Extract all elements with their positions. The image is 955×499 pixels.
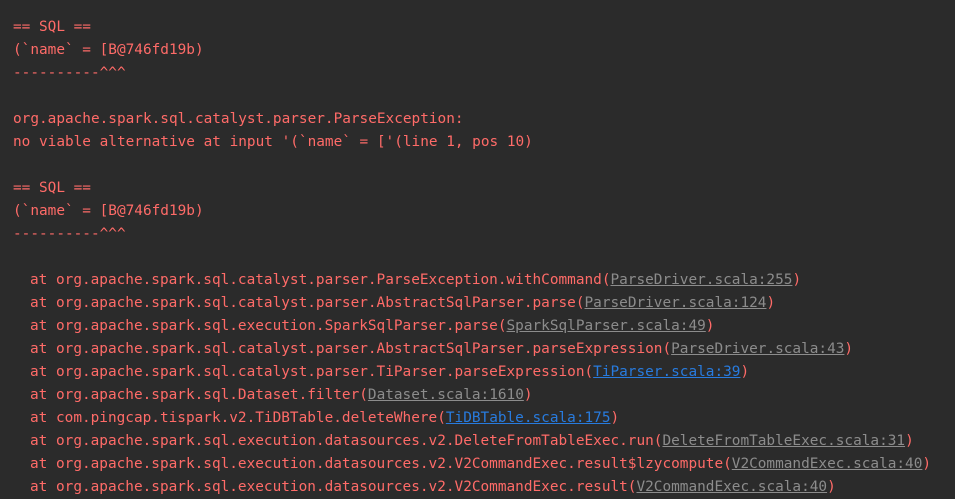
stack-frame-close-paren: ) [610,410,620,426]
stack-frame-close-paren: ) [827,479,836,495]
sql-text: (`name` = [B@746fd19b) [13,203,204,219]
error-pointer: ----------^^^ [13,226,126,242]
stack-frame-method: at org.apache.spark.sql.Dataset.filter( [30,387,368,403]
stack-frame-method: at org.apache.spark.sql.execution.dataso… [30,433,663,449]
stack-frame: at org.apache.spark.sql.Dataset.filter(D… [13,384,955,407]
stack-trace: at org.apache.spark.sql.catalyst.parser.… [13,269,955,499]
sql-marker: == SQL == [13,19,91,35]
console-output: == SQL == (`name` = [B@746fd19b) -------… [13,16,955,499]
stack-frame: at org.apache.spark.sql.catalyst.parser.… [13,292,955,315]
source-file-link[interactable]: TiDBTable.scala:175 [446,410,611,426]
stack-frame-method: at org.apache.spark.sql.catalyst.parser.… [30,295,585,311]
exception-class: org.apache.spark.sql.catalyst.parser.Par… [13,111,464,127]
source-file-link[interactable]: SparkSqlParser.scala:49 [507,318,706,334]
stack-frame-method: at org.apache.spark.sql.catalyst.parser.… [30,364,594,380]
stack-frame-method: at org.apache.spark.sql.execution.dataso… [30,456,732,472]
source-file-link[interactable]: ParseDriver.scala:124 [585,295,767,311]
source-file-link[interactable]: TiParser.scala:39 [593,364,740,380]
error-pointer: ----------^^^ [13,65,126,81]
sql-marker: == SQL == [13,180,91,196]
source-file-link[interactable]: V2CommandExec.scala:40 [732,456,923,472]
stack-frame: at org.apache.spark.sql.catalyst.parser.… [13,269,955,292]
source-file-link[interactable]: ParseDriver.scala:255 [610,272,792,288]
stack-frame: at org.apache.spark.sql.catalyst.parser.… [13,338,955,361]
source-file-link[interactable]: DeleteFromTableExec.scala:31 [662,433,905,449]
stack-frame-method: at org.apache.spark.sql.execution.SparkS… [30,318,507,334]
stack-frame: at org.apache.spark.sql.catalyst.parser.… [13,361,955,384]
source-file-link[interactable]: V2CommandExec.scala:40 [636,479,827,495]
source-file-link[interactable]: ParseDriver.scala:43 [671,341,844,357]
stack-frame: at org.apache.spark.sql.execution.dataso… [13,476,955,499]
source-file-link[interactable]: Dataset.scala:1610 [368,387,524,403]
sql-text: (`name` = [B@746fd19b) [13,42,204,58]
stack-frame-close-paren: ) [740,364,750,380]
stack-frame: at org.apache.spark.sql.execution.SparkS… [13,315,955,338]
stack-frame-method: at org.apache.spark.sql.catalyst.parser.… [30,272,611,288]
stack-frame-close-paren: ) [792,272,802,288]
exception-message: no viable alternative at input '(`name` … [13,134,533,150]
stack-frame-method: at org.apache.spark.sql.catalyst.parser.… [30,341,672,357]
stack-frame: at org.apache.spark.sql.execution.dataso… [13,453,955,476]
stack-frame: at com.pingcap.tispark.v2.TiDBTable.dele… [13,407,955,430]
stack-frame: at org.apache.spark.sql.execution.dataso… [13,430,955,453]
stack-frame-close-paren: ) [705,318,715,334]
stack-frame-close-paren: ) [922,456,932,472]
stack-frame-close-paren: ) [523,387,533,403]
stack-frame-method: at org.apache.spark.sql.execution.dataso… [30,479,637,495]
stack-frame-close-paren: ) [905,433,914,449]
stack-frame-close-paren: ) [766,295,776,311]
stack-frame-close-paren: ) [844,341,854,357]
stack-frame-method: at com.pingcap.tispark.v2.TiDBTable.dele… [30,410,446,426]
